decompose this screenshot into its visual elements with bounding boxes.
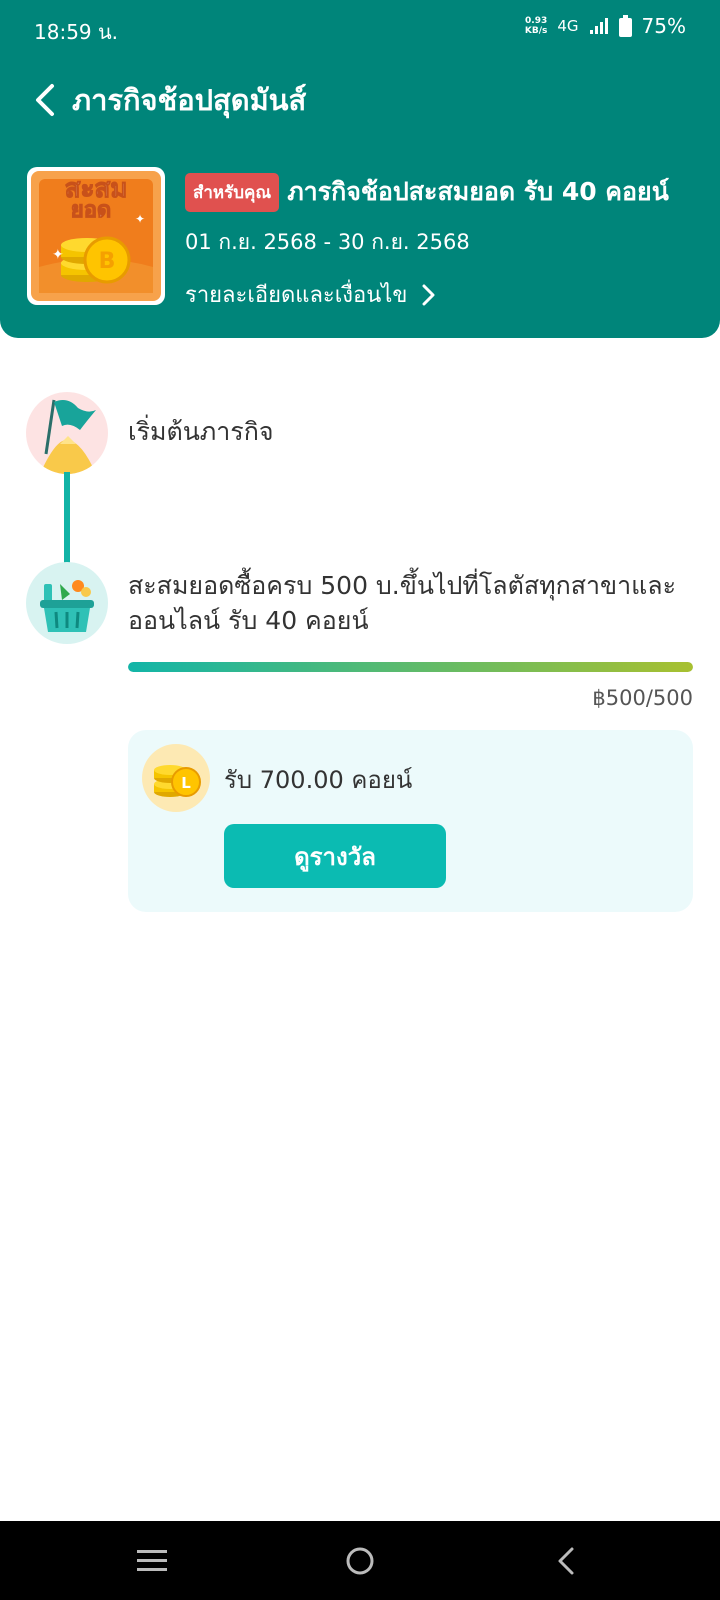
nav-menu-button[interactable]: [130, 1539, 174, 1583]
nav-home-button[interactable]: [338, 1539, 382, 1583]
network-speed-value: 0.93: [525, 16, 548, 26]
status-icons: 0.93 KB/s 4G 75%: [525, 14, 686, 38]
chevron-left-icon: [36, 84, 54, 116]
for-you-badge: สำหรับคุณ: [185, 172, 280, 212]
svg-text:✦: ✦: [135, 212, 145, 226]
terms-link[interactable]: รายละเอียดและเงื่อนไข: [185, 277, 705, 312]
network-type: 4G: [557, 17, 579, 35]
battery-icon: [618, 15, 632, 37]
thumbnail-text-2: ยอด: [71, 198, 111, 223]
chevron-right-icon: [422, 284, 435, 305]
mission-info: สำหรับคุณ ภารกิจช้อปสะสมยอด รับ 40 คอยน์…: [185, 172, 705, 312]
terms-link-label: รายละเอียดและเงื่อนไข: [185, 283, 408, 308]
step-connector: [64, 472, 70, 564]
page-title: ภารกิจช้อปสุดมันส์: [72, 83, 307, 117]
status-bar: 18:59 น. 0.93 KB/s 4G 75%: [0, 0, 720, 56]
coin-stack-icon: L: [142, 744, 210, 812]
back-triangle-icon: [558, 1547, 574, 1575]
reward-card: L รับ 700.00 คอยน์ ดูรางวัล: [128, 730, 693, 912]
spend-progress-fill: [128, 662, 693, 672]
view-reward-button[interactable]: ดูรางวัล: [224, 824, 446, 888]
shopping-basket-icon: [26, 562, 108, 644]
back-button[interactable]: [28, 78, 62, 122]
nav-back-button[interactable]: [544, 1539, 588, 1583]
svg-text:B: B: [99, 249, 116, 274]
mission-thumbnail: สะสม ยอด B ✦ ✦: [27, 167, 165, 305]
svg-text:✦: ✦: [52, 247, 64, 263]
status-time: 18:59 น.: [34, 20, 119, 44]
system-nav-bar: [0, 1521, 720, 1600]
reward-amount: รับ 700.00 คอยน์: [224, 766, 413, 794]
network-speed: 0.93 KB/s: [525, 16, 547, 36]
flag-icon: [26, 392, 108, 474]
mission-title: ภารกิจช้อปสะสมยอด รับ 40 คอยน์: [287, 177, 669, 206]
mission-title-row: สำหรับคุณ ภารกิจช้อปสะสมยอด รับ 40 คอยน์: [185, 172, 705, 212]
svg-text:L: L: [181, 774, 191, 792]
mission-header: ภารกิจช้อปสุดมันส์ สะสม ยอด B ✦ ✦ สำหรับ…: [0, 56, 720, 338]
spend-progress-text: ฿500/500: [592, 686, 693, 710]
spend-progress-bar: [128, 662, 693, 672]
signal-icon: [589, 18, 608, 34]
home-circle-icon: [346, 1547, 374, 1575]
network-speed-unit: KB/s: [524, 26, 548, 36]
step-spend-label: สะสมยอดซื้อครบ 500 บ.ขึ้นไปที่โลตัสทุกสา…: [128, 571, 676, 635]
menu-icon: [137, 1550, 167, 1571]
step-start-label: เริ่มต้นภารกิจ: [128, 417, 274, 446]
battery-level: 75%: [641, 14, 686, 38]
mission-dates: 01 ก.ย. 2568 - 30 ก.ย. 2568: [185, 230, 470, 254]
